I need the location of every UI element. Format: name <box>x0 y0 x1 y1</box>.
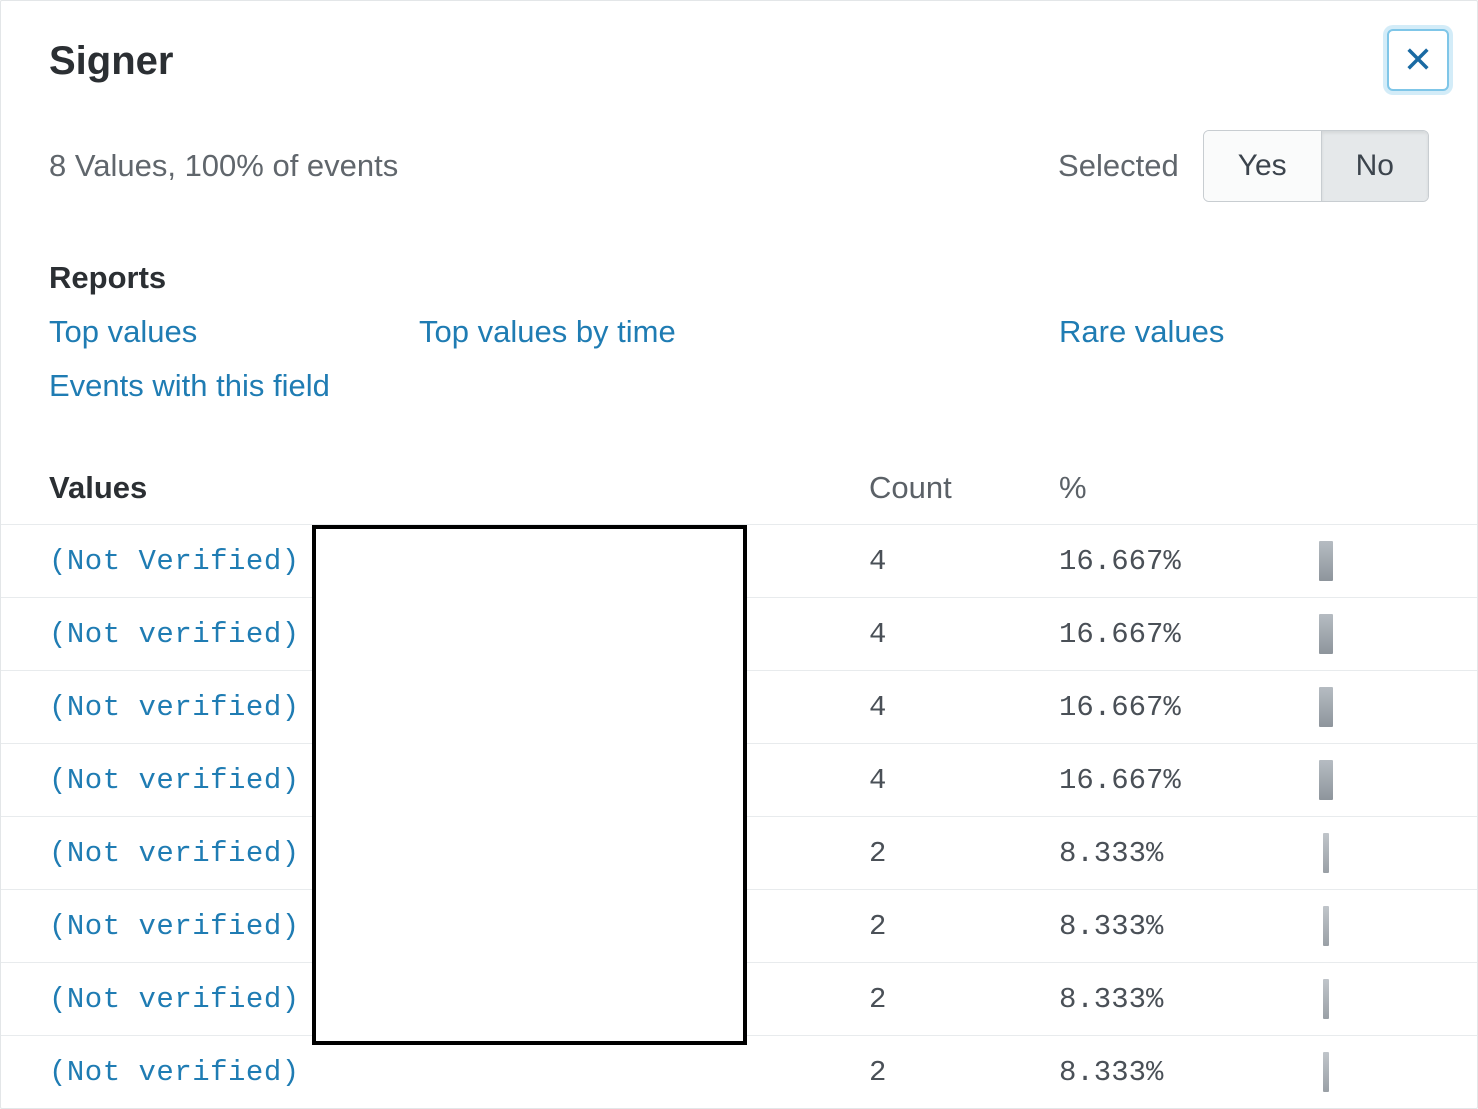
percent-bar <box>1323 1052 1329 1092</box>
percent-bar <box>1323 906 1329 946</box>
selected-yes-button[interactable]: Yes <box>1204 131 1321 201</box>
table-header-row: Values Count % <box>1 460 1477 525</box>
count-cell: 2 <box>869 817 1059 890</box>
selected-toggle-group: Selected Yes No <box>1058 130 1429 202</box>
bar-cell <box>1319 817 1477 890</box>
value-cell: (Not Verified) <box>1 525 869 598</box>
percent-bar <box>1319 687 1333 727</box>
table-row: (Not verified) 28.333% <box>1 1036 1477 1109</box>
percent-bar <box>1323 833 1329 873</box>
value-link[interactable]: (Not verified) <box>49 764 300 797</box>
close-icon <box>1404 45 1432 76</box>
value-link[interactable]: (Not verified) <box>49 983 300 1016</box>
selected-no-button[interactable]: No <box>1321 131 1428 201</box>
selected-label: Selected <box>1058 148 1179 184</box>
bar-cell <box>1319 963 1477 1036</box>
col-header-percent: % <box>1059 460 1319 525</box>
value-link[interactable]: (Not verified) <box>49 837 300 870</box>
link-rare-values[interactable]: Rare values <box>1059 314 1224 349</box>
percent-cell: 16.667% <box>1059 671 1319 744</box>
bar-cell <box>1319 744 1477 817</box>
reports-section: Reports Top values Top values by time Ra… <box>1 202 1477 404</box>
percent-cell: 8.333% <box>1059 890 1319 963</box>
count-cell: 4 <box>869 598 1059 671</box>
value-link[interactable]: (Not Verified) <box>49 545 300 578</box>
value-cell: (Not verified) <box>1 890 869 963</box>
count-cell: 4 <box>869 744 1059 817</box>
table-row: (Not verified) 28.333% <box>1 963 1477 1036</box>
panel-title: Signer <box>49 39 1429 84</box>
percent-bar <box>1319 541 1333 581</box>
summary-text: 8 Values, 100% of events <box>49 148 398 184</box>
value-cell: (Not verified) <box>1 744 869 817</box>
selected-segmented-control: Yes No <box>1203 130 1429 202</box>
percent-cell: 16.667% <box>1059 598 1319 671</box>
panel-header: Signer <box>1 1 1477 84</box>
percent-cell: 8.333% <box>1059 817 1319 890</box>
table-row: (Not verified) 28.333% <box>1 890 1477 963</box>
link-events-with-field[interactable]: Events with this field <box>49 368 330 403</box>
value-cell: (Not verified) <box>1 1036 869 1109</box>
value-cell: (Not verified) <box>1 963 869 1036</box>
bar-cell <box>1319 598 1477 671</box>
table-row: (Not verified) 28.333% <box>1 817 1477 890</box>
values-table: Values Count % (Not Verified)416.667%(No… <box>1 460 1477 1108</box>
reports-heading: Reports <box>49 260 1429 296</box>
bar-cell <box>1319 1036 1477 1109</box>
table-row: (Not verified) 416.667% <box>1 744 1477 817</box>
percent-bar <box>1323 979 1329 1019</box>
value-link[interactable]: (Not verified) <box>49 1056 300 1089</box>
value-cell: (Not verified) <box>1 598 869 671</box>
link-top-values-by-time[interactable]: Top values by time <box>419 314 676 349</box>
table-row: (Not verified) 416.667% <box>1 598 1477 671</box>
table-row: (Not verified) 416.667% <box>1 671 1477 744</box>
percent-bar <box>1319 760 1333 800</box>
percent-bar <box>1319 614 1333 654</box>
percent-cell: 16.667% <box>1059 525 1319 598</box>
value-link[interactable]: (Not verified) <box>49 618 300 651</box>
bar-cell <box>1319 525 1477 598</box>
bar-cell <box>1319 890 1477 963</box>
col-header-values: Values <box>1 460 869 525</box>
count-cell: 2 <box>869 890 1059 963</box>
col-header-count: Count <box>869 460 1059 525</box>
percent-cell: 8.333% <box>1059 1036 1319 1109</box>
value-link[interactable]: (Not verified) <box>49 910 300 943</box>
value-cell: (Not verified) <box>1 817 869 890</box>
count-cell: 2 <box>869 963 1059 1036</box>
report-links: Top values Top values by time Rare value… <box>49 314 1429 404</box>
percent-cell: 8.333% <box>1059 963 1319 1036</box>
count-cell: 4 <box>869 671 1059 744</box>
bar-cell <box>1319 671 1477 744</box>
value-link[interactable]: (Not verified) <box>49 691 300 724</box>
count-cell: 4 <box>869 525 1059 598</box>
summary-row: 8 Values, 100% of events Selected Yes No <box>1 84 1477 202</box>
count-cell: 2 <box>869 1036 1059 1109</box>
value-cell: (Not verified) <box>1 671 869 744</box>
close-button[interactable] <box>1387 29 1449 91</box>
field-summary-panel: Signer 8 Values, 100% of events Selected… <box>0 0 1478 1109</box>
col-header-bar <box>1319 460 1477 525</box>
percent-cell: 16.667% <box>1059 744 1319 817</box>
link-top-values[interactable]: Top values <box>49 314 197 349</box>
table-row: (Not Verified) 416.667% <box>1 525 1477 598</box>
